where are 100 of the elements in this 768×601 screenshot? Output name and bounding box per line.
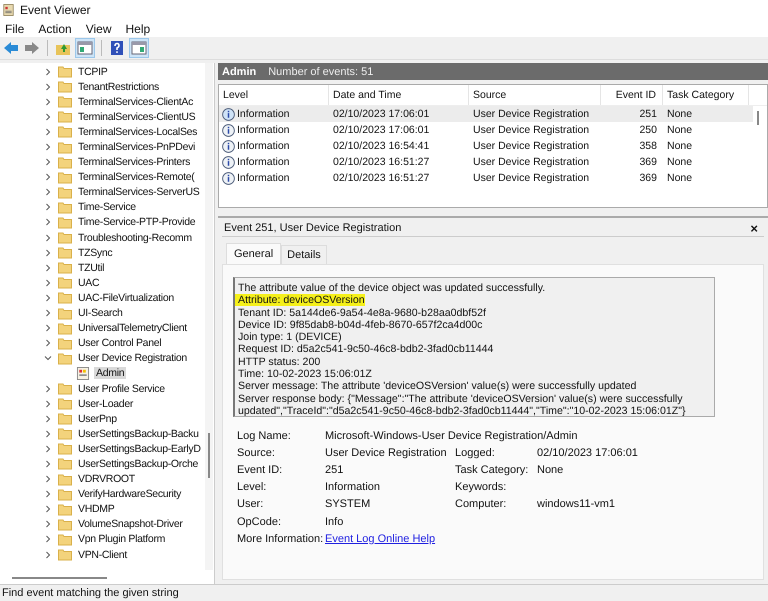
menu-item[interactable]: View (84, 22, 118, 36)
pane-toggle-icon[interactable] (75, 38, 95, 58)
expand-chevron-icon[interactable] (44, 264, 52, 272)
expand-chevron-icon[interactable] (44, 520, 52, 528)
event-row[interactable]: Information 02/10/2023 17:06:01 User Device Registration 251 None (219, 106, 753, 122)
expand-chevron-icon[interactable] (44, 444, 52, 453)
tree-item[interactable]: VPN-Client (76, 548, 129, 561)
close-button[interactable]: × (750, 220, 762, 236)
folder-icon (58, 95, 72, 108)
expand-chevron-icon[interactable] (44, 460, 52, 468)
menu-item[interactable]: Action (36, 22, 78, 36)
tree-item[interactable]: TZSync (76, 246, 114, 259)
tree-item[interactable]: TerminalServices-ServerUS (76, 186, 202, 198)
tree-item[interactable]: VerifyHardwareSecurity (76, 488, 184, 500)
folder-icon (58, 110, 72, 124)
action-pane-icon[interactable] (129, 38, 149, 58)
tree-item[interactable]: TerminalServices-ClientUS (76, 110, 198, 123)
expand-chevron-icon[interactable] (44, 128, 52, 136)
tree-item[interactable]: User Profile Service (76, 382, 167, 395)
tree-item[interactable]: TerminalServices-Printers (76, 156, 192, 168)
expand-chevron-icon[interactable] (44, 475, 52, 484)
tree-item[interactable]: UserPnp (76, 412, 119, 425)
expand-chevron-icon[interactable] (44, 384, 52, 393)
tree-item[interactable]: Time-Service (76, 201, 138, 214)
tree-item[interactable]: VolumeSnapshot-Driver (76, 518, 185, 530)
help-link[interactable]: Event Log Online Help (325, 532, 436, 545)
folder-icon (58, 322, 72, 335)
tree-item[interactable]: TerminalServices-Remote( (76, 171, 196, 184)
column-header[interactable]: Level (219, 85, 329, 105)
tab[interactable]: Details (281, 245, 327, 264)
message-box[interactable] (233, 277, 715, 417)
column-header[interactable]: Task Category (663, 85, 749, 105)
tree-item[interactable]: User-Loader (76, 398, 136, 410)
expand-chevron-icon[interactable] (44, 354, 52, 362)
tree-item[interactable]: VHDMP (76, 503, 116, 516)
tree-item[interactable]: TerminalServices-LocalSes (76, 126, 200, 138)
expand-chevron-icon[interactable] (44, 339, 52, 348)
expand-chevron-icon[interactable] (44, 550, 52, 559)
tree-item[interactable]: User Control Panel (76, 337, 164, 350)
expand-chevron-icon[interactable] (44, 490, 52, 498)
expand-chevron-icon[interactable] (44, 309, 52, 318)
table-cell-text: 02/10/2023 17:06:01 (332, 124, 430, 136)
expand-chevron-icon[interactable] (44, 324, 52, 332)
tree-item[interactable]: TCPIP (76, 66, 110, 78)
event-row[interactable]: Information 02/10/2023 16:51:27 User Device Registration 369 None (219, 170, 753, 186)
menu-item[interactable]: Help (124, 22, 156, 36)
info-icon (222, 172, 235, 184)
expand-chevron-icon[interactable] (44, 248, 52, 257)
expand-chevron-icon[interactable] (44, 294, 52, 302)
tree-item[interactable]: User Device Registration (76, 352, 189, 364)
column-header[interactable]: Source (469, 85, 601, 105)
field-value: Information (325, 481, 382, 494)
message-line: Server response body: {"Message":"The attribute 'deviceOSVersion' value(s) were successfully updated","TraceId":"d5a2c541-9c50-46c8-bdb2-3fad0cb11444","Time":"10-02-2023 15:06:01Z"} (238, 392, 686, 416)
tree-item[interactable]: TZUtil (76, 262, 106, 274)
tree-item[interactable]: TerminalServices-ClientAc (76, 96, 196, 108)
help-icon[interactable] (108, 39, 126, 57)
forward-arrow-icon[interactable] (23, 39, 41, 57)
tree-item[interactable]: TerminalServices-PnPDevi (76, 141, 198, 154)
expand-chevron-icon[interactable] (44, 68, 52, 76)
tab[interactable]: General (226, 243, 282, 264)
expand-chevron-icon[interactable] (44, 158, 52, 166)
tree-item[interactable]: UI-Search (76, 307, 125, 320)
folder-icon (58, 336, 72, 350)
tree-item[interactable]: Troubleshooting-Recomm (76, 232, 194, 244)
folder-icon (58, 170, 72, 184)
menu-item[interactable]: File (3, 22, 30, 36)
tree-item[interactable]: Admin (94, 367, 126, 380)
tree-item[interactable]: UAC (76, 276, 102, 289)
column-header[interactable]: Date and Time (329, 85, 469, 105)
back-arrow-icon[interactable] (2, 39, 20, 57)
event-row[interactable]: Information 02/10/2023 16:54:41 User Device Registration 358 None (219, 138, 753, 154)
expand-chevron-icon[interactable] (44, 98, 52, 106)
expand-chevron-icon[interactable] (44, 400, 52, 408)
tree-item[interactable]: UniversalTelemetryClient (76, 322, 189, 334)
expand-chevron-icon[interactable] (44, 535, 52, 544)
expand-chevron-icon[interactable] (44, 505, 52, 514)
expand-chevron-icon[interactable] (44, 218, 52, 226)
expand-chevron-icon[interactable] (44, 143, 52, 152)
tree-item[interactable]: Time-Service-PTP-Provide (76, 216, 198, 228)
column-header[interactable]: Event ID (601, 85, 663, 105)
expand-chevron-icon[interactable] (44, 82, 52, 91)
expand-chevron-icon[interactable] (44, 188, 52, 196)
tree-item[interactable]: Vpn Plugin Platform (76, 533, 168, 546)
expand-chevron-icon[interactable] (44, 278, 52, 287)
event-row[interactable]: Information 02/10/2023 17:06:01 User Device Registration 250 None (219, 122, 753, 138)
tree-item[interactable]: UserSettingsBackup-Backu (76, 428, 201, 440)
expand-chevron-icon[interactable] (44, 203, 52, 212)
expand-chevron-icon[interactable] (44, 234, 52, 242)
expand-chevron-icon[interactable] (44, 112, 52, 121)
event-row[interactable]: Information 02/10/2023 16:51:27 User Device Registration 369 None (219, 154, 753, 170)
expand-chevron-icon[interactable] (44, 430, 52, 438)
table-cell-text: None (666, 108, 694, 120)
tree-item[interactable]: UserSettingsBackup-EarlyD (76, 442, 203, 455)
tree-item[interactable]: TenantRestrictions (76, 80, 161, 93)
table-cell-text: 02/10/2023 16:54:41 (332, 140, 430, 152)
expand-chevron-icon[interactable] (44, 414, 52, 423)
expand-chevron-icon[interactable] (44, 173, 52, 182)
tree-item[interactable]: UAC-FileVirtualization (76, 292, 176, 304)
tree-item[interactable]: UserSettingsBackup-Orche (76, 458, 200, 470)
tree-item[interactable]: VDRVROOT (76, 473, 137, 486)
